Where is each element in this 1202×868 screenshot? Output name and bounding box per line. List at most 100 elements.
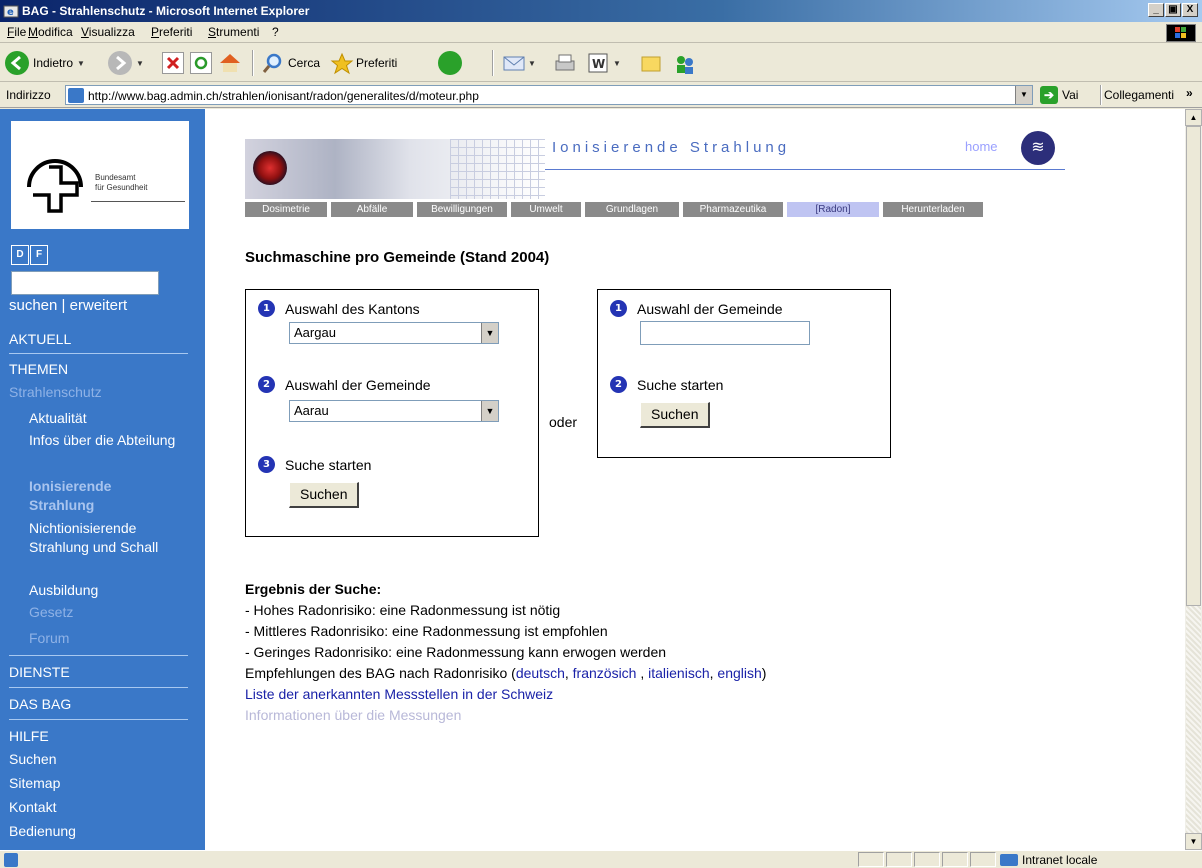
menu-file[interactable]: File [7,25,26,39]
search-label: Cerca [288,56,321,70]
recommendations-suffix: ) [761,665,767,681]
menu-preferiti[interactable]: Preferiti [151,25,192,39]
sidebar-item-dienste[interactable]: DIENSTE [9,664,70,680]
lang-f-button[interactable]: F [30,245,48,265]
suchen-button-right[interactable]: Suchen [640,402,711,428]
sidebar-item-ionisierende-strahlung[interactable]: Ionisierende Strahlung [29,477,179,515]
menu-modifica[interactable]: Modifica [28,25,73,39]
scrollbar-thumb[interactable] [1186,126,1201,606]
address-input[interactable]: http://www.bag.admin.ch/strahlen/ionisan… [65,85,1033,105]
forward-button[interactable]: ▼ [108,49,144,77]
tab-dosimetrie[interactable]: Dosimetrie [245,202,327,217]
tab-grundlagen[interactable]: Grundlagen [585,202,679,217]
intranet-icon [1000,854,1018,866]
link-italienisch[interactable]: italienisch [648,665,709,681]
search-button[interactable]: Cerca [262,49,320,77]
messenger-icon [673,52,695,74]
title-bar[interactable]: e BAG - Strahlenschutz - Microsoft Inter… [0,0,1202,22]
ie-icon: e [3,5,19,18]
scrollbar-track[interactable] [1186,606,1201,833]
tab-pharmazeutika[interactable]: Pharmazeutika [683,202,783,217]
word-icon: W [587,52,609,74]
tab-herunterladen[interactable]: Herunterladen [883,202,983,217]
sidebar-item-suchen[interactable]: Suchen [9,751,56,767]
menu-strumenti[interactable]: Strumenti [208,25,259,39]
zone-label: Intranet locale [1022,853,1098,867]
print-button[interactable] [553,49,575,77]
link-franzoesisch[interactable]: französich [573,665,637,681]
menu-visualizza[interactable]: Visualizza [81,25,135,39]
stop-button[interactable] [162,49,184,77]
logo-divider [91,201,185,202]
sidebar-item-kontakt[interactable]: Kontakt [9,799,56,815]
sidebar-item-forum[interactable]: Forum [29,629,69,648]
sidebar-item-sitemap[interactable]: Sitemap [9,775,60,791]
tab-umwelt[interactable]: Umwelt [511,202,581,217]
lang-d-button[interactable]: D [11,245,29,265]
mail-button[interactable]: ▼ [502,49,536,77]
chevron-right-icon[interactable]: » [1186,86,1193,100]
banner-image [245,139,545,199]
go-button[interactable]: ➔ Vai [1040,86,1078,104]
canton-step-label: Auswahl des Kantons [285,300,420,317]
sidebar-item-gesetz[interactable]: Gesetz [29,603,73,622]
link-english[interactable]: english [717,665,761,681]
maximize-button[interactable]: ▣ [1165,3,1181,17]
gemeinde-step-label: Auswahl der Gemeinde [285,376,431,393]
svg-text:W: W [592,57,605,71]
refresh-button[interactable] [190,49,212,77]
search-step-right: 2 Suche starten [610,376,723,393]
suchen-button[interactable]: Suchen [289,482,360,508]
links-button[interactable]: Collegamenti [1104,88,1174,102]
back-button[interactable]: Indietro ▼ [5,49,85,77]
home-link[interactable]: home [965,139,998,154]
sidebar-search-input[interactable] [11,271,159,295]
tab-radon[interactable]: [Radon] [787,202,879,217]
forward-arrow-icon [108,51,132,75]
sidebar-item-strahlenschutz[interactable]: Strahlenschutz [9,384,102,400]
status-cell [970,852,996,867]
messenger-button[interactable] [673,49,695,77]
scroll-down-icon[interactable]: ▼ [1185,833,1202,850]
menu-help[interactable]: ? [272,25,279,39]
link-messstellen[interactable]: Liste der anerkannten Messstellen in der… [245,684,945,705]
sidebar-item-hilfe[interactable]: HILFE [9,728,49,744]
bag-logo[interactable]: Bundesamt für Gesundheit [11,121,189,229]
tab-abfaelle[interactable]: Abfälle [331,202,413,217]
sidebar-item-aktualitaet[interactable]: Aktualität [29,409,87,428]
toolbar-separator [492,50,494,76]
close-button[interactable]: X [1182,3,1198,17]
edit-button[interactable]: W ▼ [587,49,621,77]
sidebar-item-das-bag[interactable]: DAS BAG [9,696,71,712]
bag-home-icon[interactable]: ≋ [1021,131,1055,165]
home-button[interactable] [218,49,240,77]
sidebar-item-themen[interactable]: THEMEN [9,361,68,377]
minimize-button[interactable]: _ [1148,3,1164,17]
link-deutsch[interactable]: deutsch [516,665,565,681]
gemeinde-name-input[interactable] [640,321,810,345]
history-button[interactable] [438,49,462,77]
canton-select-value: Aargau [294,325,336,340]
results-section: Ergebnis der Suche: - Hohes Radonrisiko:… [245,579,945,726]
sidebar-search-links[interactable]: suchen | erweitert [9,297,127,314]
vertical-scrollbar[interactable]: ▲ ▼ [1185,109,1202,850]
tab-bewilligungen[interactable]: Bewilligungen [417,202,507,217]
favorites-button[interactable]: Preferiti [330,49,397,77]
sidebar-item-infos-abteilung[interactable]: Infos über die Abteilung [29,431,179,450]
discuss-button[interactable] [640,49,662,77]
scroll-up-icon[interactable]: ▲ [1185,109,1202,126]
back-dropdown-icon: ▼ [77,58,85,68]
page-title: Suchmaschine pro Gemeinde (Stand 2004) [245,249,550,266]
logo-text-line2: für Gesundheit [95,183,148,192]
address-dropdown-icon[interactable]: ▼ [1015,86,1032,104]
sidebar-item-ausbildung[interactable]: Ausbildung [29,581,98,600]
sidebar-item-nichtionisierende[interactable]: Nichtionisierende Strahlung und Schall [29,519,179,557]
link-informationen[interactable]: Informationen über die Messungen [245,705,945,726]
gemeinde-select[interactable]: Aarau ▼ [289,400,499,422]
back-arrow-icon [5,51,29,75]
sidebar-item-aktuell[interactable]: AKTUELL [9,331,71,347]
sidebar-item-bedienung[interactable]: Bedienung [9,823,76,839]
printer-icon [553,52,575,74]
result-line-medium: - Mittleres Radonrisiko: eine Radonmessu… [245,623,608,639]
canton-select[interactable]: Aargau ▼ [289,322,499,344]
